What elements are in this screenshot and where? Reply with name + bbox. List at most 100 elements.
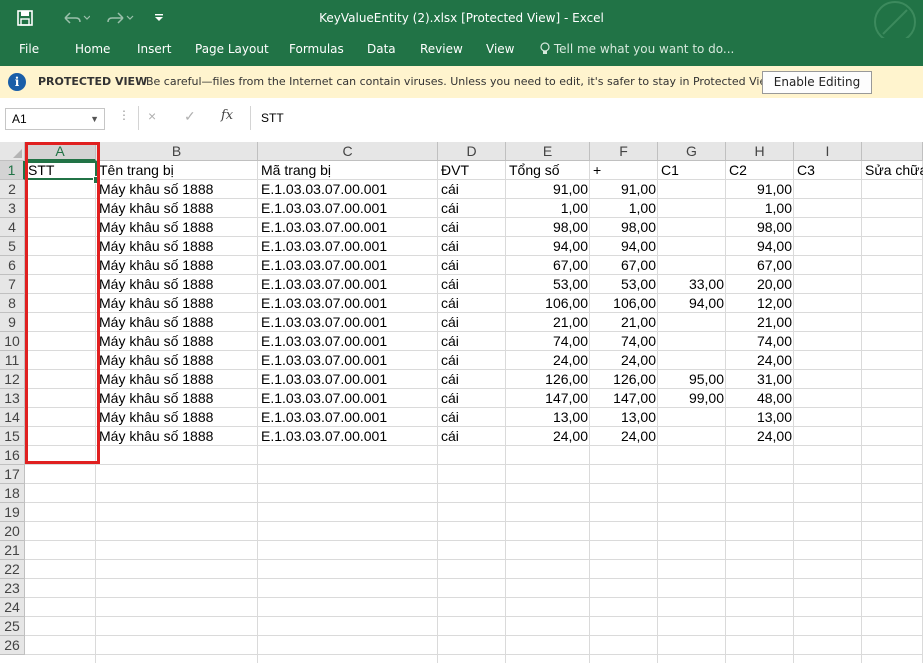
cell[interactable]: Tổng số	[506, 161, 590, 180]
cell[interactable]: E.1.03.03.07.00.001	[258, 199, 438, 218]
cell[interactable]: Máy khâu số 1888	[96, 389, 258, 408]
cell[interactable]: cái	[438, 237, 506, 256]
cell[interactable]: 126,00	[590, 370, 656, 389]
cell[interactable]: cái	[438, 218, 506, 237]
cancel-icon[interactable]: ×	[148, 108, 156, 124]
cell[interactable]: 74,00	[726, 332, 792, 351]
cell[interactable]: 53,00	[506, 275, 588, 294]
cell[interactable]: 99,00	[658, 389, 724, 408]
cell[interactable]: 20,00	[726, 275, 792, 294]
cell[interactable]: 13,00	[590, 408, 656, 427]
row-header[interactable]: 24	[0, 598, 25, 617]
cell[interactable]: cái	[438, 199, 506, 218]
column-header[interactable]: H	[726, 142, 794, 161]
cell[interactable]: cái	[438, 313, 506, 332]
cell[interactable]: cái	[438, 332, 506, 351]
name-box[interactable]: A1 ▼	[5, 108, 105, 130]
cell[interactable]: Máy khâu số 1888	[96, 237, 258, 256]
row-header[interactable]: 26	[0, 636, 25, 655]
cell[interactable]: C2	[726, 161, 794, 180]
column-header[interactable]: D	[438, 142, 506, 161]
cell[interactable]: E.1.03.03.07.00.001	[258, 256, 438, 275]
row-header[interactable]: 10	[0, 332, 25, 351]
row-header[interactable]: 6	[0, 256, 25, 275]
cell[interactable]: 98,00	[506, 218, 588, 237]
cell[interactable]: 21,00	[506, 313, 588, 332]
cell[interactable]: cái	[438, 351, 506, 370]
cell[interactable]: 94,00	[506, 237, 588, 256]
cell[interactable]: E.1.03.03.07.00.001	[258, 351, 438, 370]
cell[interactable]: 74,00	[590, 332, 656, 351]
cell[interactable]: cái	[438, 256, 506, 275]
cell[interactable]: Máy khâu số 1888	[96, 256, 258, 275]
cell[interactable]: Máy khâu số 1888	[96, 294, 258, 313]
formula-input[interactable]: STT	[250, 106, 923, 130]
tab-file[interactable]: File	[19, 42, 39, 56]
insert-function-icon[interactable]: fx	[221, 108, 233, 123]
cell[interactable]: Tên trang bị	[96, 161, 258, 180]
cell[interactable]: E.1.03.03.07.00.001	[258, 313, 438, 332]
row-header[interactable]: 5	[0, 237, 25, 256]
cell[interactable]: 33,00	[658, 275, 724, 294]
cell[interactable]: E.1.03.03.07.00.001	[258, 370, 438, 389]
cell[interactable]: cái	[438, 275, 506, 294]
cell[interactable]: 24,00	[726, 351, 792, 370]
cell[interactable]: cái	[438, 180, 506, 199]
cell[interactable]: 24,00	[506, 351, 588, 370]
cell[interactable]: 48,00	[726, 389, 792, 408]
cell[interactable]: E.1.03.03.07.00.001	[258, 427, 438, 446]
cell[interactable]: cái	[438, 370, 506, 389]
tab-data[interactable]: Data	[367, 42, 396, 56]
row-header[interactable]: 21	[0, 541, 25, 560]
cell[interactable]: 12,00	[726, 294, 792, 313]
row-header[interactable]: 18	[0, 484, 25, 503]
cell[interactable]: 53,00	[590, 275, 656, 294]
cell[interactable]: C1	[658, 161, 726, 180]
cell[interactable]: +	[590, 161, 658, 180]
tab-view[interactable]: View	[486, 42, 514, 56]
column-header[interactable]: I	[794, 142, 862, 161]
cell[interactable]: 13,00	[726, 408, 792, 427]
cell[interactable]: 1,00	[590, 199, 656, 218]
tab-review[interactable]: Review	[420, 42, 463, 56]
cell[interactable]: Máy khâu số 1888	[96, 427, 258, 446]
cell[interactable]: C3	[794, 161, 862, 180]
row-header[interactable]: 17	[0, 465, 25, 484]
cell[interactable]: 95,00	[658, 370, 724, 389]
column-header[interactable]: G	[658, 142, 726, 161]
row-header[interactable]: 23	[0, 579, 25, 598]
cell[interactable]: Máy khâu số 1888	[96, 199, 258, 218]
cell[interactable]: 74,00	[506, 332, 588, 351]
row-header[interactable]: 7	[0, 275, 25, 294]
cell[interactable]: 31,00	[726, 370, 792, 389]
cell[interactable]: 98,00	[726, 218, 792, 237]
column-header[interactable]: B	[96, 142, 258, 161]
cell[interactable]: E.1.03.03.07.00.001	[258, 389, 438, 408]
chevron-down-icon[interactable]: ▼	[90, 109, 99, 129]
formula-bar-grip-icon[interactable]: ⋮	[118, 108, 130, 122]
cell[interactable]: 24,00	[590, 427, 656, 446]
column-header[interactable]	[862, 142, 923, 161]
cell[interactable]: cái	[438, 427, 506, 446]
cell[interactable]: E.1.03.03.07.00.001	[258, 332, 438, 351]
cell[interactable]: 67,00	[590, 256, 656, 275]
cell[interactable]: E.1.03.03.07.00.001	[258, 408, 438, 427]
cell[interactable]: Máy khâu số 1888	[96, 180, 258, 199]
cell[interactable]: Sửa chữa	[862, 161, 923, 180]
tab-insert[interactable]: Insert	[137, 42, 171, 56]
row-header[interactable]: 12	[0, 370, 25, 389]
cell[interactable]: 67,00	[506, 256, 588, 275]
cell[interactable]: Máy khâu số 1888	[96, 408, 258, 427]
cell[interactable]: ĐVT	[438, 161, 506, 180]
column-header[interactable]: F	[590, 142, 658, 161]
tab-home[interactable]: Home	[75, 42, 110, 56]
cell[interactable]: Máy khâu số 1888	[96, 351, 258, 370]
cell[interactable]: 94,00	[658, 294, 724, 313]
cell[interactable]: 106,00	[506, 294, 588, 313]
row-header[interactable]: 1	[0, 161, 25, 180]
column-header[interactable]: C	[258, 142, 438, 161]
row-header[interactable]: 4	[0, 218, 25, 237]
cell[interactable]: cái	[438, 389, 506, 408]
cell[interactable]: E.1.03.03.07.00.001	[258, 218, 438, 237]
row-header[interactable]: 3	[0, 199, 25, 218]
